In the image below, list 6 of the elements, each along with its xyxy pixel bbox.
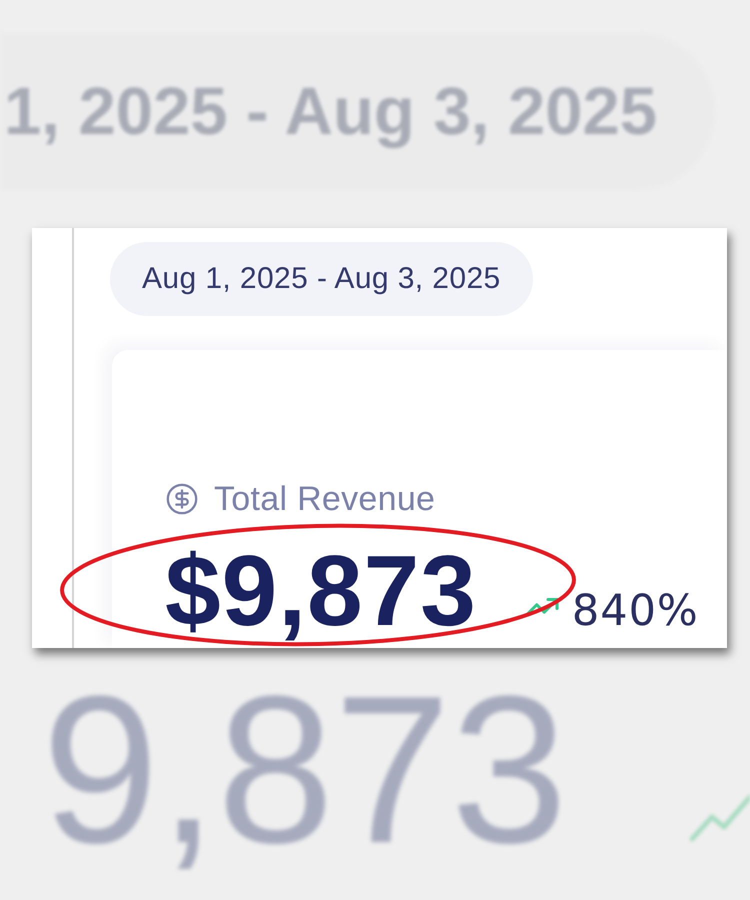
metric-label: Total Revenue	[214, 482, 436, 516]
dollar-circle-icon	[165, 482, 199, 516]
blurred-value: 9,873	[42, 665, 568, 875]
change-percent: 840%	[572, 590, 699, 633]
date-range-button[interactable]: Aug 1, 2025 - Aug 3, 2025	[110, 242, 533, 316]
metric-value: $9,873	[165, 541, 477, 641]
